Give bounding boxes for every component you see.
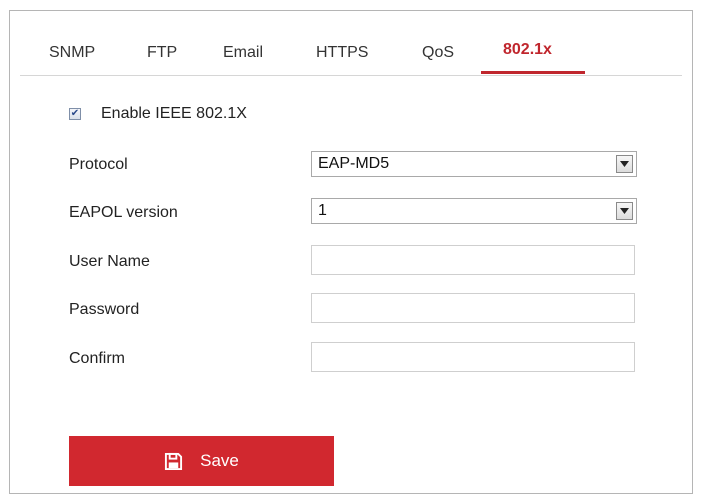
tab-qos[interactable]: QoS [422, 44, 454, 62]
user-name-input[interactable] [311, 245, 635, 275]
eapol-version-selected-value: 1 [318, 202, 327, 219]
tab-bar: SNMP FTP Email HTTPS QoS 802.1x [20, 11, 682, 76]
password-input[interactable] [311, 293, 635, 323]
tab-802-1x[interactable]: 802.1x [503, 41, 552, 59]
tab-snmp[interactable]: SNMP [49, 44, 95, 62]
enable-ieee-8021x-label: Enable IEEE 802.1X [101, 105, 247, 122]
tab-https[interactable]: HTTPS [316, 44, 368, 62]
eapol-version-select[interactable]: 1 [311, 198, 637, 224]
floppy-disk-icon [165, 452, 183, 470]
checkmark-icon: ✔ [70, 108, 80, 119]
eapol-version-label: EAPOL version [69, 204, 178, 221]
protocol-label: Protocol [69, 156, 128, 173]
chevron-down-icon[interactable] [616, 202, 633, 220]
chevron-down-icon[interactable] [616, 155, 633, 173]
password-label: Password [69, 301, 140, 318]
tab-email[interactable]: Email [223, 44, 263, 62]
protocol-selected-value: EAP-MD5 [318, 155, 390, 172]
save-button[interactable]: Save [69, 436, 334, 486]
user-name-label: User Name [69, 253, 150, 270]
enable-ieee-8021x-checkbox[interactable]: ✔ [69, 108, 81, 120]
confirm-password-input[interactable] [311, 342, 635, 372]
protocol-select[interactable]: EAP-MD5 [311, 151, 637, 177]
tab-ftp[interactable]: FTP [147, 44, 177, 62]
active-tab-indicator [481, 71, 585, 74]
save-button-label: Save [200, 451, 239, 470]
enable-ieee-8021x-row: ✔ Enable IEEE 802.1X [69, 104, 247, 124]
confirm-label: Confirm [69, 350, 126, 367]
